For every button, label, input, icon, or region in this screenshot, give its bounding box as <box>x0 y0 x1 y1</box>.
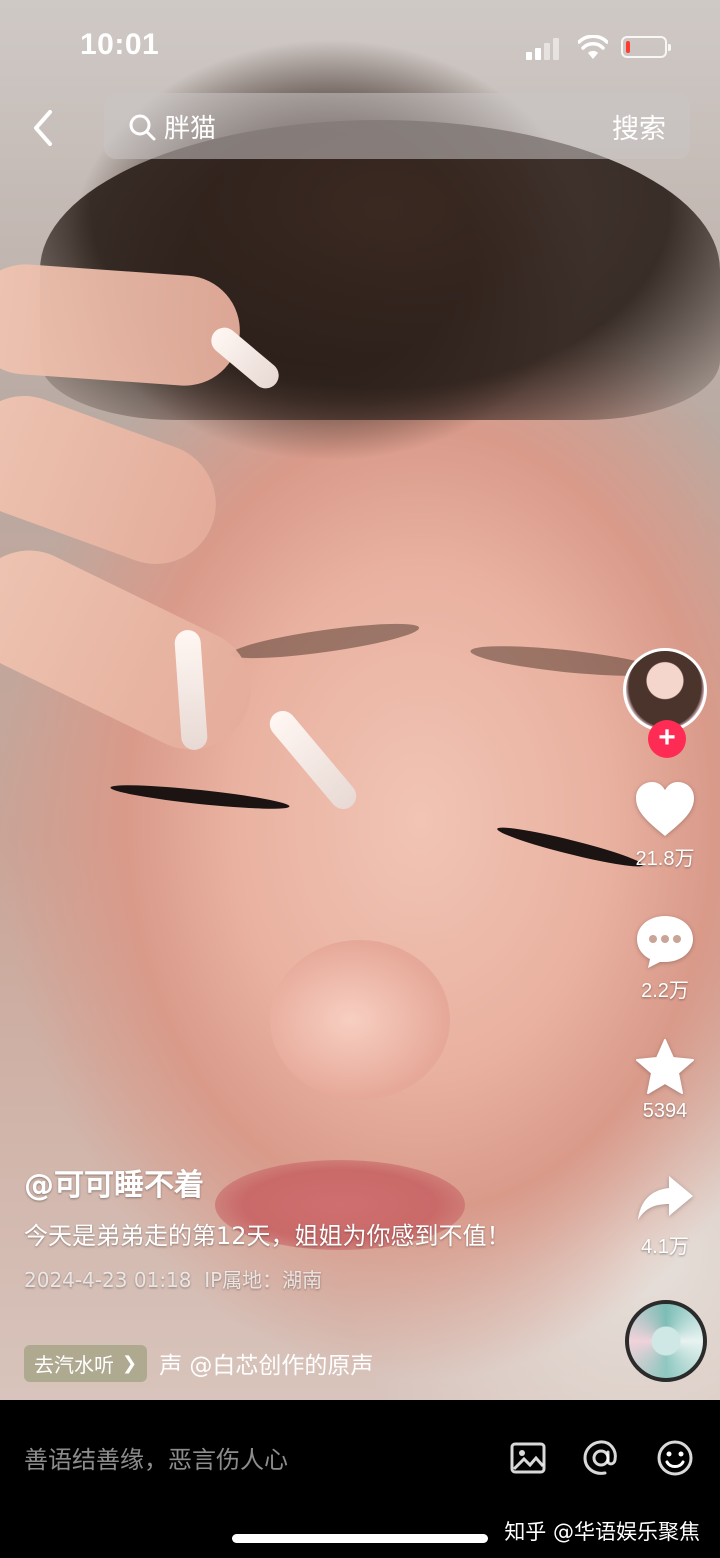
share-count: 4.1万 <box>641 1236 689 1258</box>
post-meta: 2024-4-23 01:18 IP属地：湖南 <box>24 1264 564 1293</box>
share-button[interactable]: 4.1万 <box>610 1172 720 1259</box>
comment-button[interactable]: 2.2万 <box>610 912 720 1003</box>
follow-button[interactable]: + <box>648 720 686 758</box>
video-finger-1 <box>0 260 244 390</box>
signal-icon <box>526 38 562 60</box>
battery-icon <box>621 36 671 58</box>
mention-icon[interactable] <box>581 1438 621 1478</box>
video-finger-3 <box>0 530 272 770</box>
status-bar: 10:01 <box>0 0 720 90</box>
status-time: 10:01 <box>80 28 160 61</box>
music-title[interactable]: 声 @白芯创作的原声 <box>159 1346 459 1380</box>
comment-count: 2.2万 <box>641 980 689 1002</box>
listen-chip-label: 去汽水听 <box>34 1352 114 1377</box>
listen-chip[interactable]: 去汽水听 ❯ <box>24 1344 148 1382</box>
chevron-right-icon: ❯ <box>122 1352 138 1374</box>
wifi-icon <box>578 35 608 59</box>
video-nose <box>270 940 450 1100</box>
video-brow-left <box>229 616 421 666</box>
music-row: 去汽水听 ❯ 声 @白芯创作的原声 <box>24 1344 459 1382</box>
post-caption: @可可睡不着 今天是弟弟走的第12天，姐姐为你感到不值！ 2024-4-23 0… <box>24 1160 564 1293</box>
home-indicator[interactable] <box>232 1534 488 1543</box>
back-icon[interactable] <box>26 108 62 148</box>
search-bar[interactable]: 胖猫 搜索 <box>104 93 690 159</box>
search-button[interactable]: 搜索 <box>612 107 666 146</box>
image-icon[interactable] <box>508 1438 548 1478</box>
star-icon <box>636 1039 694 1094</box>
search-icon <box>129 114 156 141</box>
favorite-count: 5394 <box>642 1100 688 1122</box>
favorite-button[interactable]: 5394 <box>610 1038 720 1123</box>
post-ip-location: IP属地：湖南 <box>204 1268 323 1292</box>
author-name[interactable]: @可可睡不着 <box>24 1160 564 1204</box>
comment-bar: 善语结善缘，恶言伤人心 知乎 @华语娱乐聚焦 <box>0 1400 720 1558</box>
heart-icon <box>636 782 694 836</box>
video-eye-left <box>109 780 291 814</box>
like-button[interactable]: 21.8万 <box>610 780 720 871</box>
comment-input[interactable]: 善语结善缘，恶言伤人心 <box>24 1440 288 1475</box>
emoji-icon[interactable] <box>655 1438 695 1478</box>
watermark: 知乎 @华语娱乐聚焦 <box>504 1520 700 1544</box>
like-count: 21.8万 <box>635 848 695 870</box>
post-timestamp: 2024-4-23 01:18 <box>24 1268 192 1292</box>
post-description: 今天是弟弟走的第12天，姐姐为你感到不值！ <box>24 1222 511 1250</box>
share-icon <box>638 1176 693 1220</box>
video-nail-3 <box>264 705 362 815</box>
music-disc[interactable] <box>625 1300 707 1382</box>
comment-icon <box>637 916 693 968</box>
search-query[interactable]: 胖猫 <box>164 108 216 145</box>
